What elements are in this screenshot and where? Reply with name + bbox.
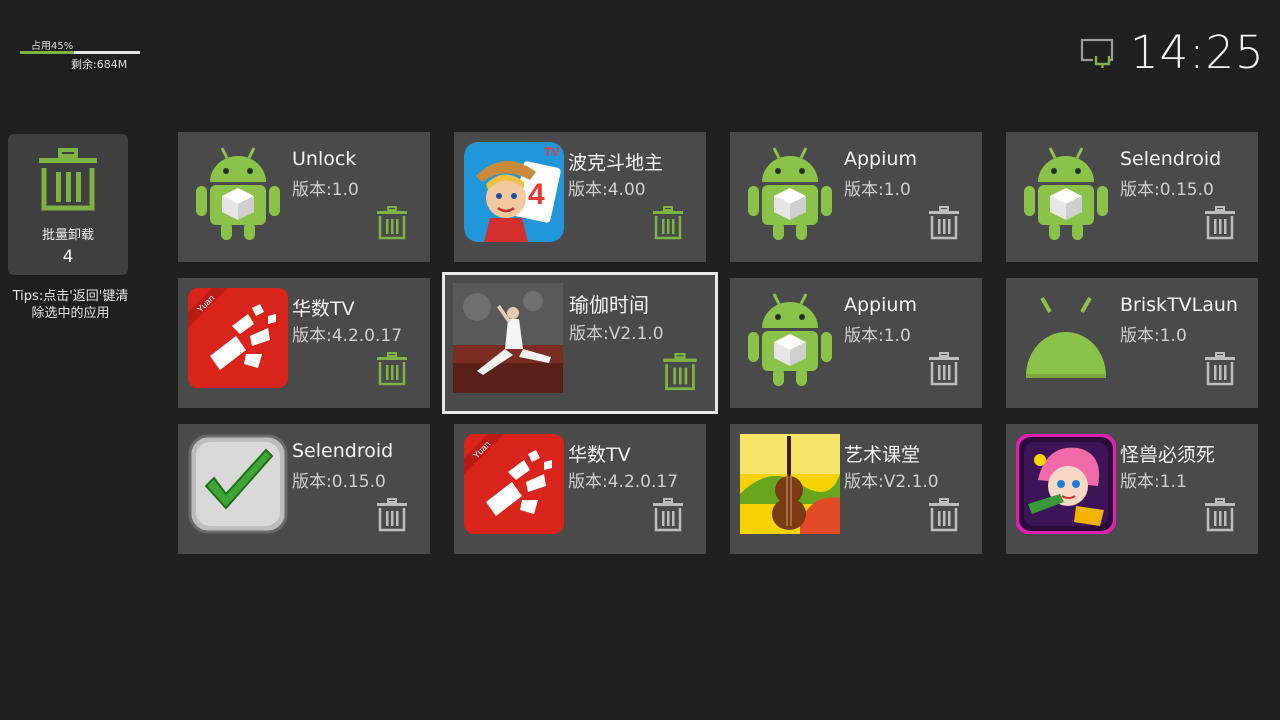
app-version: 版本:V2.1.0 xyxy=(844,472,939,492)
app-card[interactable]: 4 TV 波克斗地主版本:4.00 xyxy=(454,132,706,262)
android-box-icon xyxy=(740,142,840,242)
uninstall-trash-icon[interactable] xyxy=(663,353,697,391)
poker-game-icon: 4 TV xyxy=(464,142,564,242)
storage-bar xyxy=(20,51,140,54)
app-name: Appium xyxy=(844,294,917,316)
storage-bar-fill xyxy=(20,51,74,54)
clock: 14:25 xyxy=(1130,26,1265,79)
storage-indicator: 占用45% 剩余:684M xyxy=(20,36,140,72)
app-card[interactable]: Selendroid 版本:0.15.0 xyxy=(178,424,430,554)
app-name: 华数TV xyxy=(292,298,355,320)
android-box-icon xyxy=(188,142,288,242)
app-card[interactable]: Appium 版本:1.0 xyxy=(730,132,982,262)
batch-uninstall-label: 批量卸载 xyxy=(41,228,94,243)
uninstall-trash-icon[interactable] xyxy=(653,498,683,532)
uninstall-trash-icon[interactable] xyxy=(1205,498,1235,532)
svg-text:4: 4 xyxy=(528,178,545,211)
uninstall-trash-icon[interactable] xyxy=(1205,352,1235,386)
app-version: 版本:4.2.0.17 xyxy=(568,472,679,492)
app-name: BriskTVLaun xyxy=(1120,294,1238,316)
app-name: 怪兽必须死 xyxy=(1120,444,1216,466)
network-display-icon xyxy=(1080,38,1114,68)
android-box-icon xyxy=(1016,142,1116,242)
tips-text: Tips:点击'返回'键清除选中的应用 xyxy=(12,289,129,321)
violin-icon xyxy=(740,434,840,534)
app-name: 华数TV xyxy=(568,444,631,466)
batch-uninstall-button[interactable]: 批量卸载 4 xyxy=(8,134,128,275)
storage-used-label: 占用45% xyxy=(31,41,74,52)
uninstall-trash-icon[interactable] xyxy=(1205,206,1235,240)
app-card[interactable]: 瑜伽时间版本:V2.1.0 xyxy=(442,272,718,414)
uninstall-trash-icon[interactable] xyxy=(929,206,959,240)
batch-uninstall-count: 4 xyxy=(62,247,74,267)
app-version: 版本:1.0 xyxy=(844,180,911,200)
app-name: Appium xyxy=(844,148,917,170)
monster-game-icon xyxy=(1015,433,1117,535)
android-box-icon xyxy=(740,288,840,388)
app-version: 版本:1.0 xyxy=(292,180,359,200)
app-card[interactable]: 怪兽必须死版本:1.1 xyxy=(1006,424,1258,554)
android-head-icon xyxy=(1016,288,1116,388)
app-version: 版本:0.15.0 xyxy=(1120,180,1214,200)
app-card[interactable]: Selendroid 版本:0.15.0 xyxy=(1006,132,1258,262)
app-name: 艺术课堂 xyxy=(844,444,921,466)
uninstall-trash-icon[interactable] xyxy=(929,352,959,386)
app-name: Unlock xyxy=(292,148,357,170)
svg-text:TV: TV xyxy=(544,145,559,159)
app-version: 版本:V2.1.0 xyxy=(569,324,664,344)
uninstall-trash-icon[interactable] xyxy=(929,498,959,532)
yoga-photo-icon xyxy=(453,283,563,393)
app-version: 版本:4.2.0.17 xyxy=(292,326,403,346)
app-name: 瑜伽时间 xyxy=(569,293,649,317)
uninstall-trash-icon[interactable] xyxy=(653,206,683,240)
app-card[interactable]: Yuan 华数TV 版本:4.2.0.17 xyxy=(454,424,706,554)
huashu-tv-icon: Yuan xyxy=(188,288,288,388)
uninstall-trash-icon[interactable] xyxy=(377,206,407,240)
trash-icon xyxy=(39,148,97,211)
uninstall-trash-icon[interactable] xyxy=(377,498,407,532)
storage-free-label: 剩余:684M xyxy=(71,58,128,71)
app-version: 版本:1.0 xyxy=(1120,326,1187,346)
app-card[interactable]: Appium 版本:1.0 xyxy=(730,278,982,408)
checkmark-icon xyxy=(188,434,288,534)
huashu-tv-icon: Yuan xyxy=(464,434,564,534)
app-card[interactable]: 艺术课堂版本:V2.1.0 xyxy=(730,424,982,554)
app-card[interactable]: BriskTVLaun 版本:1.0 xyxy=(1006,278,1258,408)
app-version: 版本:4.00 xyxy=(568,180,646,200)
app-name: Selendroid xyxy=(1120,148,1222,170)
uninstall-trash-icon[interactable] xyxy=(377,352,407,386)
app-card[interactable]: Unlock 版本:1.0 xyxy=(178,132,430,262)
app-card[interactable]: Yuan 华数TV 版本:4.2.0.17 xyxy=(178,278,430,408)
app-name: 波克斗地主 xyxy=(568,152,664,174)
app-name: Selendroid xyxy=(292,440,394,462)
app-version: 版本:1.1 xyxy=(1120,472,1187,492)
app-version: 版本:0.15.0 xyxy=(292,472,386,492)
app-version: 版本:1.0 xyxy=(844,326,911,346)
